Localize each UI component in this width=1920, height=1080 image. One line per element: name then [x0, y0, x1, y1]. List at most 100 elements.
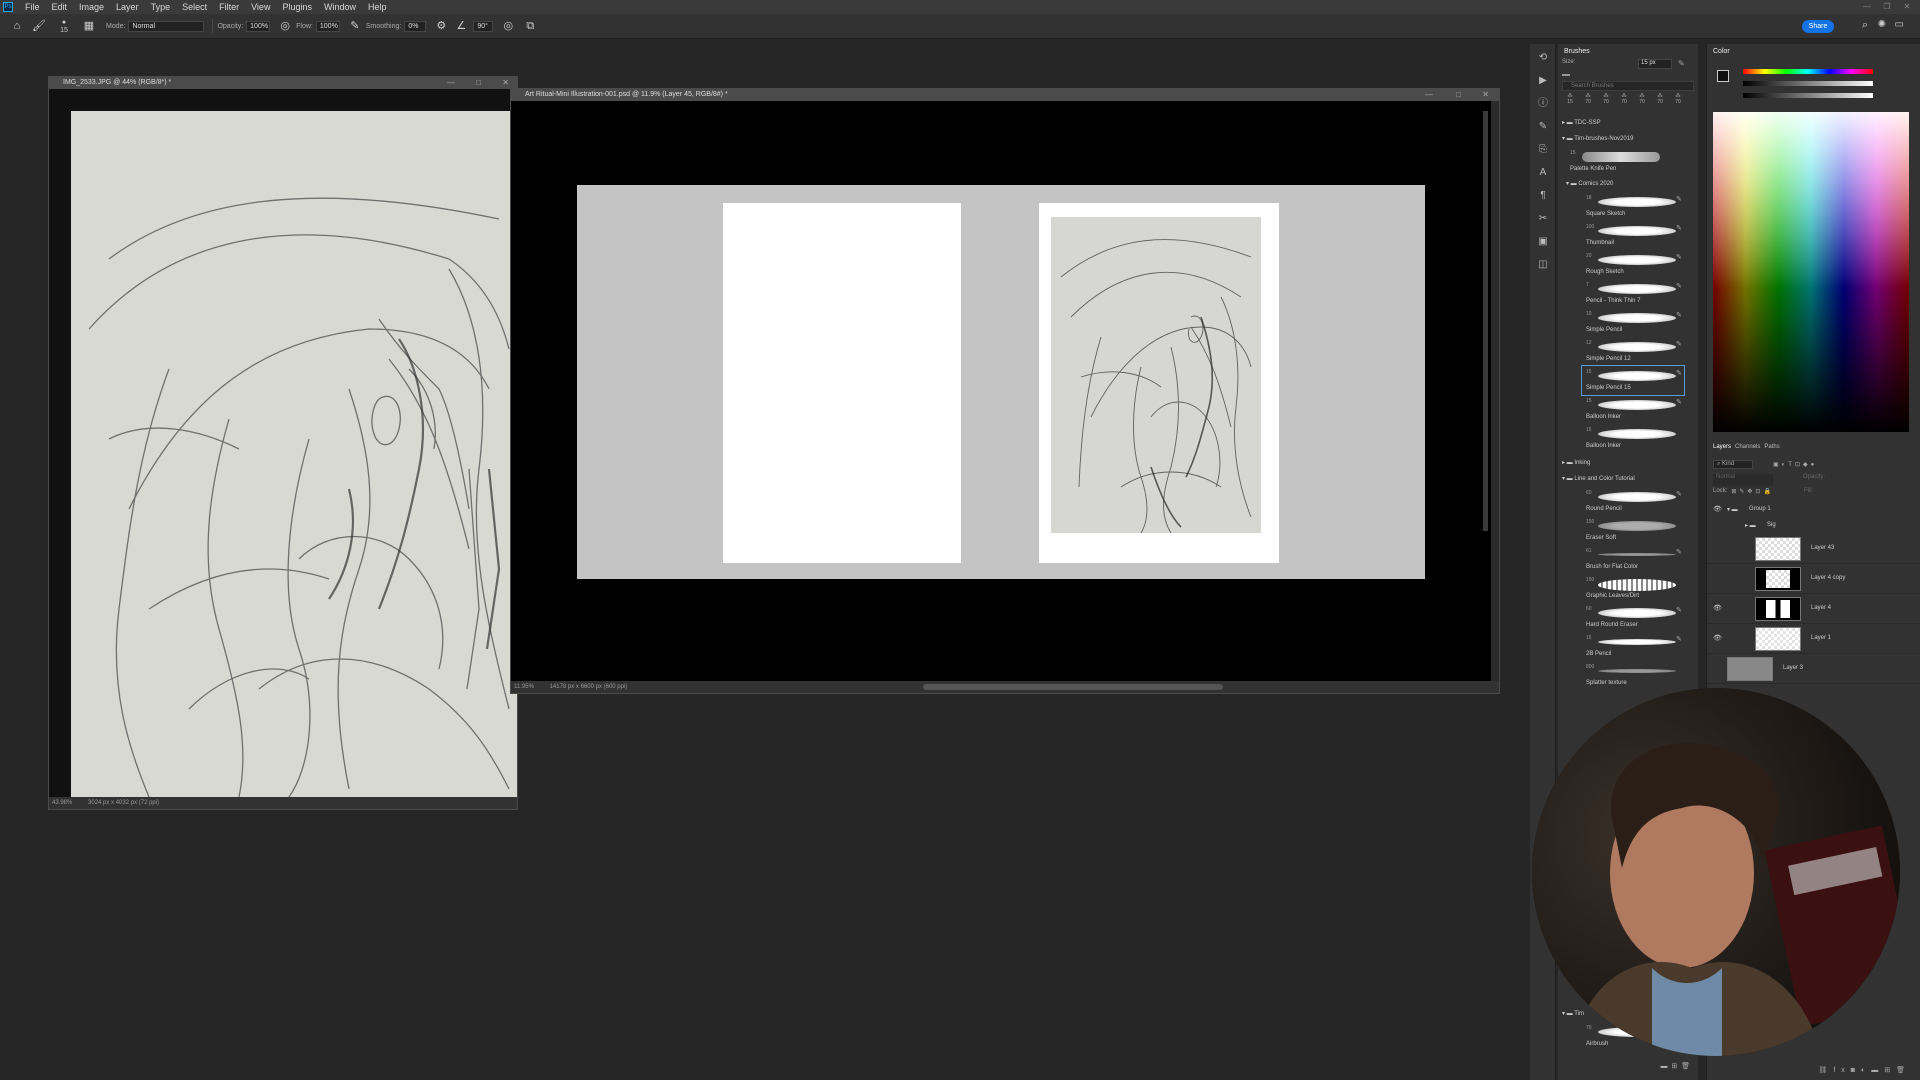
- flow-field[interactable]: 100%: [315, 20, 340, 32]
- pressure-size-icon[interactable]: ◎: [501, 19, 515, 33]
- hue-slider[interactable]: [1743, 69, 1873, 74]
- fx-icon[interactable]: fx: [1833, 1067, 1850, 1074]
- minimize-icon[interactable]: —: [1858, 0, 1876, 14]
- trash-icon[interactable]: 🗑: [1681, 1063, 1690, 1070]
- eye-icon[interactable]: 👁: [1713, 604, 1722, 612]
- brush-preset[interactable]: 15 Palette Knife Pen: [1542, 147, 1698, 176]
- maximize-icon[interactable]: □: [476, 77, 481, 89]
- gear-icon[interactable]: ⚙: [434, 19, 448, 33]
- brush-preset[interactable]: 150 Graphic Leaves/Dirt: [1558, 574, 1698, 603]
- layer-row-group[interactable]: ▸ ▬ Sig: [1707, 518, 1920, 534]
- close-icon[interactable]: ✕: [502, 77, 509, 89]
- menu-image[interactable]: Image: [73, 2, 110, 12]
- brush-preset[interactable]: 15 ✎ Balloon Inker: [1558, 395, 1698, 424]
- new-brush-icon[interactable]: ✎: [1678, 59, 1685, 68]
- brush-preset[interactable]: 12 ✎ Simple Pencil 12: [1558, 337, 1698, 366]
- menu-help[interactable]: Help: [362, 2, 393, 12]
- recent-brush[interactable]: ⁂ 70: [1580, 93, 1596, 113]
- brush-preset[interactable]: 7 ✎ Pencil - Think Thin 7: [1558, 279, 1698, 308]
- trash-icon[interactable]: 🗑: [1896, 1067, 1911, 1074]
- zoom-level[interactable]: 11.95%: [514, 684, 534, 690]
- layer-row-group[interactable]: 👁 ▾ ▬ Group 1: [1707, 502, 1920, 518]
- brush-preset[interactable]: 15 Balloon Inker: [1558, 424, 1698, 453]
- brightness-slider[interactable]: [1743, 93, 1873, 98]
- lock-icons[interactable]: ⊠✎✥⊡🔒: [1731, 488, 1774, 500]
- artboard[interactable]: [577, 185, 1425, 579]
- brush-preset-selected[interactable]: 15 ✎ Simple Pencil 15: [1581, 365, 1685, 396]
- home-icon[interactable]: ⌂: [10, 19, 24, 33]
- new-brush-icon[interactable]: ⊞: [1671, 1063, 1677, 1070]
- blend-mode-select[interactable]: Normal: [1713, 474, 1773, 486]
- menu-layer[interactable]: Layer: [110, 2, 145, 12]
- layer-row[interactable]: Layer 4 copy: [1707, 564, 1920, 594]
- brush-preset[interactable]: 18 ✎ Square Sketch: [1558, 192, 1698, 221]
- lightbulb-icon[interactable]: ✺: [1878, 19, 1886, 30]
- angle-field[interactable]: 90°: [473, 20, 494, 32]
- adjustments-icon[interactable]: ◫: [1534, 256, 1552, 274]
- actions-icon[interactable]: ▶: [1534, 72, 1552, 90]
- document-title-bar[interactable]: Art Ritual-Mini Illustration-001.psd @ 1…: [511, 89, 1499, 101]
- menu-filter[interactable]: Filter: [213, 2, 245, 12]
- history-icon[interactable]: ⟲: [1534, 49, 1552, 67]
- eye-icon[interactable]: 👁: [1713, 505, 1722, 513]
- layer-row[interactable]: Layer 3: [1707, 654, 1920, 684]
- brush-preset[interactable]: 15 ✎ 2B Pencil: [1558, 632, 1698, 661]
- workspace-icon[interactable]: ▭: [1895, 19, 1904, 30]
- layer-row[interactable]: 👁 Layer 1: [1707, 624, 1920, 654]
- brush-folder[interactable]: ▸ ▬ TDC-SSP: [1558, 115, 1698, 131]
- menu-view[interactable]: View: [245, 2, 276, 12]
- adjustment-icon[interactable]: ◐: [1861, 1067, 1871, 1074]
- symmetry-icon[interactable]: ⧉: [523, 19, 537, 33]
- search-icon[interactable]: ⌕: [1862, 19, 1868, 32]
- saturation-slider[interactable]: [1743, 81, 1873, 86]
- canvas-area[interactable]: [511, 101, 1491, 681]
- menu-file[interactable]: File: [19, 2, 46, 12]
- brush-folder[interactable]: ▸ ▬ Inking: [1558, 455, 1698, 471]
- brush-folder[interactable]: ▾ ▬ Tim-brushes-Nov2019: [1558, 131, 1698, 147]
- brush-preset[interactable]: 10 ✎ Simple Pencil: [1558, 308, 1698, 337]
- opacity-field[interactable]: 100%: [246, 20, 271, 32]
- info-icon[interactable]: ⓘ: [1534, 95, 1552, 113]
- brushes-tab[interactable]: Brushes: [1558, 44, 1698, 59]
- eye-icon[interactable]: 👁: [1713, 634, 1722, 642]
- filter-icons[interactable]: ▣◐T⊡◆●: [1773, 461, 1817, 468]
- brush-preset[interactable]: 800 Splatter texture: [1558, 661, 1698, 690]
- horizontal-scrollbar[interactable]: [923, 684, 1223, 690]
- recent-brush[interactable]: ⁂ 70: [1670, 93, 1686, 113]
- smoothing-field[interactable]: 0%: [404, 20, 427, 32]
- recent-brush[interactable]: ⁂ 70: [1652, 93, 1668, 113]
- brush-settings-icon[interactable]: ✎: [1534, 118, 1552, 136]
- mode-select[interactable]: Normal: [128, 20, 205, 32]
- close-icon[interactable]: ✕: [1898, 0, 1916, 14]
- tools-icon[interactable]: ✂: [1534, 210, 1552, 228]
- minimize-icon[interactable]: —: [1425, 89, 1433, 101]
- brush-folder[interactable]: ▾ ▬ Comics 2020: [1558, 176, 1698, 192]
- recent-brush[interactable]: ⁂ 70: [1598, 93, 1614, 113]
- menu-select[interactable]: Select: [176, 2, 213, 12]
- brush-preset[interactable]: 60 ✎ Hard Round Eraser: [1558, 603, 1698, 632]
- maximize-icon[interactable]: ❐: [1878, 0, 1896, 14]
- paragraph-icon[interactable]: ¶: [1534, 187, 1552, 205]
- recent-brush[interactable]: ⁂ 70: [1634, 93, 1650, 113]
- brush-folder[interactable]: ▾ ▬ Line and Color Tutorial: [1558, 471, 1698, 487]
- maximize-icon[interactable]: □: [1456, 89, 1461, 101]
- canvas-area[interactable]: [49, 89, 517, 797]
- folder-icon[interactable]: ▬: [1871, 1067, 1884, 1074]
- brush-size-field[interactable]: 15 px: [1638, 59, 1672, 69]
- folder-icon[interactable]: ▬: [1660, 1063, 1667, 1070]
- main-document-window[interactable]: Art Ritual-Mini Illustration-001.psd @ 1…: [510, 88, 1500, 694]
- brush-settings-icon[interactable]: ▦: [82, 19, 96, 33]
- tab-paths[interactable]: Paths: [1764, 444, 1779, 450]
- tab-channels[interactable]: Channels: [1735, 444, 1760, 450]
- color-tab[interactable]: Color: [1707, 44, 1920, 59]
- size-slider[interactable]: [1562, 74, 1570, 76]
- brush-preset[interactable]: 20 ✎ Rough Sketch: [1558, 250, 1698, 279]
- menu-edit[interactable]: Edit: [46, 2, 74, 12]
- share-button[interactable]: Share: [1802, 20, 1834, 33]
- reference-document-window[interactable]: IMG_2533.JPG @ 44% (RGB/8*) * — □ ✕ 43.9…: [48, 76, 518, 810]
- airbrush-icon[interactable]: ✎: [348, 19, 362, 33]
- brush-preset[interactable]: 61 ✎ Brush for Flat Color: [1558, 545, 1698, 574]
- search-brushes-input[interactable]: Search Brushes: [1562, 81, 1694, 91]
- menu-type[interactable]: Type: [145, 2, 177, 12]
- layer-row[interactable]: 👁 Layer 4: [1707, 594, 1920, 624]
